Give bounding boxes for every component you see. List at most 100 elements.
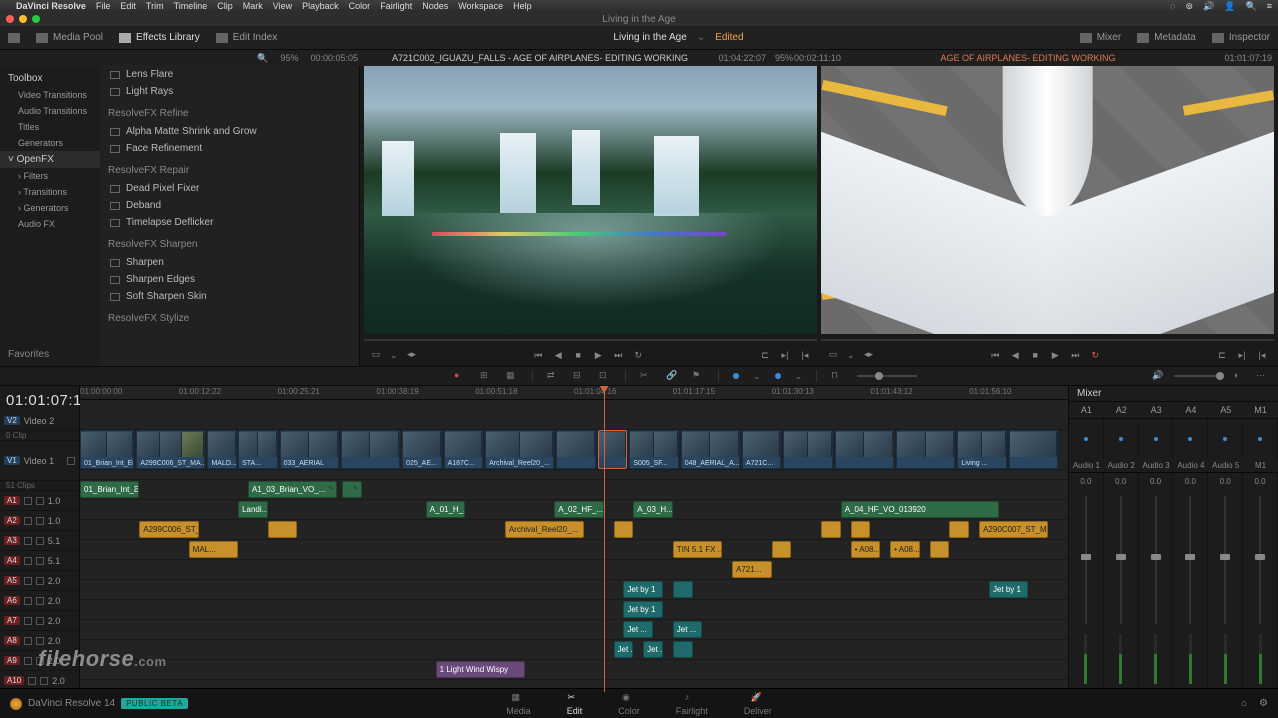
src-zoom[interactable]: 95%: [280, 53, 298, 63]
tree-titles[interactable]: Titles: [0, 119, 100, 135]
page-fairlight[interactable]: ♪Fairlight: [676, 692, 708, 716]
effects-library-toggle[interactable]: Effects Library: [119, 32, 200, 43]
fx-sharpen-edges[interactable]: Sharpen Edges: [108, 271, 351, 288]
track-a3[interactable]: A35.1: [0, 531, 79, 551]
audio-clip[interactable]: Jet ...: [623, 621, 653, 638]
audio-clip[interactable]: [949, 521, 969, 538]
lane-a9[interactable]: Jet ... Jet ...: [80, 640, 1068, 660]
status-menu-icon[interactable]: ≡: [1267, 1, 1272, 12]
mute-icon[interactable]: [24, 517, 32, 525]
tree-ofx-generators[interactable]: › Generators: [0, 200, 100, 216]
audio-clip[interactable]: Jet by 1: [989, 581, 1029, 598]
tree-generators[interactable]: Generators: [0, 135, 100, 151]
track-a5[interactable]: A52.0: [0, 571, 79, 591]
audio-clip[interactable]: A721...: [732, 561, 772, 578]
menu-clip[interactable]: Clip: [217, 1, 233, 11]
page-deliver[interactable]: 🚀Deliver: [744, 692, 772, 716]
inspector-toggle[interactable]: Inspector: [1212, 32, 1270, 43]
lane-a7[interactable]: Jet by 1: [80, 600, 1068, 620]
mixer-channel[interactable]: 0.0: [1243, 473, 1278, 692]
audio-clip[interactable]: Jet ...: [673, 621, 703, 638]
loop-button[interactable]: ↻: [1089, 350, 1101, 360]
tree-toolbox[interactable]: Toolbox: [0, 70, 100, 87]
fit-icon[interactable]: ⊟: [573, 370, 585, 382]
mute-icon[interactable]: [24, 497, 32, 505]
lane-a10[interactable]: 1 Light Wind Wispy: [80, 660, 1068, 680]
search-icon[interactable]: 🔍: [257, 53, 268, 64]
mixer-channel[interactable]: 0.0: [1104, 473, 1139, 692]
video-clip[interactable]: STA...: [238, 430, 278, 469]
audio-clip[interactable]: [614, 521, 634, 538]
solo-icon[interactable]: [36, 597, 44, 605]
project-title[interactable]: Living in the Age: [613, 32, 686, 43]
fader[interactable]: [1120, 496, 1122, 624]
playhead[interactable]: [604, 386, 605, 692]
audio-clip[interactable]: [268, 521, 298, 538]
fader[interactable]: [1085, 496, 1087, 624]
lock-icon[interactable]: [67, 457, 75, 465]
video-clip[interactable]: A187C...: [444, 430, 484, 469]
fx-soft-sharpen[interactable]: Soft Sharpen Skin: [108, 288, 351, 305]
page-media[interactable]: ▦Media: [506, 692, 531, 716]
status-wifi-icon[interactable]: ⊚: [1186, 1, 1194, 12]
video-clip[interactable]: 033_AERIAL: [280, 430, 339, 469]
pan-knob[interactable]: [1173, 419, 1208, 459]
lane-a8[interactable]: Jet ... Jet ...: [80, 620, 1068, 640]
fader[interactable]: [1155, 496, 1157, 624]
mixer-tab[interactable]: M1: [1243, 402, 1278, 418]
src-mode-icon[interactable]: ▭: [370, 350, 382, 360]
audio-clip[interactable]: Jet by 1: [623, 581, 663, 598]
audio-clip[interactable]: [821, 521, 841, 538]
chevron-down-icon[interactable]: ⌄: [795, 371, 803, 382]
program-scrubber[interactable]: [821, 336, 1274, 344]
program-viewer-image[interactable]: [821, 66, 1274, 334]
layout-icon[interactable]: [8, 33, 20, 43]
mixer-channel[interactable]: 0.0: [1208, 473, 1243, 692]
tree-filters[interactable]: › Filters: [0, 168, 100, 184]
volume-icon[interactable]: 🔊: [1152, 370, 1164, 382]
app-name[interactable]: DaVinci Resolve: [16, 1, 86, 11]
track-a6[interactable]: A62.0: [0, 591, 79, 611]
chevron-down-icon[interactable]: ⌄: [390, 350, 398, 361]
lane-v1[interactable]: 01_Brian_Int_Edit A299C006_ST_MA... MALD…: [80, 430, 1068, 470]
audio-clip[interactable]: [772, 541, 792, 558]
mixer-tab[interactable]: A2: [1104, 402, 1139, 418]
audio-clip[interactable]: Archival_Reel20_...: [505, 521, 584, 538]
lane-a1[interactable]: 01_Brian_Int_E...∿ A1_03_Brian_VO_...∿ ∿: [80, 480, 1068, 500]
audio-clip[interactable]: A299C006_ST_...: [139, 521, 198, 538]
fx-lens-flare[interactable]: Lens Flare: [108, 66, 351, 83]
timeline-ruler[interactable]: 01:00:00:00 01:00:12:22 01:00:25:21 01:0…: [80, 386, 1068, 400]
fader[interactable]: [1224, 496, 1226, 624]
program-name[interactable]: AGE OF AIRPLANES- EDITING WORKING: [854, 53, 1202, 63]
fx-deflicker[interactable]: Timelapse Deflicker: [108, 214, 351, 231]
stop-button[interactable]: ■: [1029, 350, 1041, 360]
audio-clip[interactable]: A290C007_ST_MAAR...: [979, 521, 1048, 538]
track-a1[interactable]: A11.0: [0, 491, 79, 511]
status-search-icon[interactable]: 🔍: [1246, 1, 1257, 12]
source-clip-name[interactable]: A721C002_IGUAZU_FALLS - AGE OF AIRPLANES…: [366, 53, 714, 63]
page-edit[interactable]: ✂Edit: [567, 692, 583, 716]
first-frame-button[interactable]: ⏮: [989, 350, 1001, 360]
source-scrubber[interactable]: [364, 336, 817, 344]
video-clip[interactable]: [598, 430, 628, 469]
video-clip[interactable]: [783, 430, 832, 469]
fx-alpha-matte[interactable]: Alpha Matte Shrink and Grow: [108, 123, 351, 140]
flag-icon[interactable]: ⚑: [692, 370, 704, 382]
audio-clip[interactable]: A_03_H...: [633, 501, 673, 518]
match-frame-icon[interactable]: ◂▸: [406, 350, 418, 360]
link-icon[interactable]: 🔗: [666, 370, 678, 382]
video-clip[interactable]: MALD...: [207, 430, 237, 469]
menu-file[interactable]: File: [96, 1, 111, 11]
lane-a5[interactable]: A721...: [80, 560, 1068, 580]
solo-icon[interactable]: [36, 517, 44, 525]
lane-a2[interactable]: Landi... A_01_H_... A_02_HF_... A_03_H..…: [80, 500, 1068, 520]
solo-icon[interactable]: [36, 557, 44, 565]
snap-icon[interactable]: ⊓: [831, 370, 843, 382]
audio-clip[interactable]: [851, 521, 871, 538]
menu-edit[interactable]: Edit: [120, 1, 136, 11]
mute-icon[interactable]: [24, 557, 32, 565]
mixer-channel[interactable]: 0.0: [1139, 473, 1174, 692]
audio-clip[interactable]: A1_03_Brian_VO_...∿: [248, 481, 337, 498]
loop-button[interactable]: ↻: [632, 350, 644, 360]
mixer-tab[interactable]: A1: [1069, 402, 1104, 418]
